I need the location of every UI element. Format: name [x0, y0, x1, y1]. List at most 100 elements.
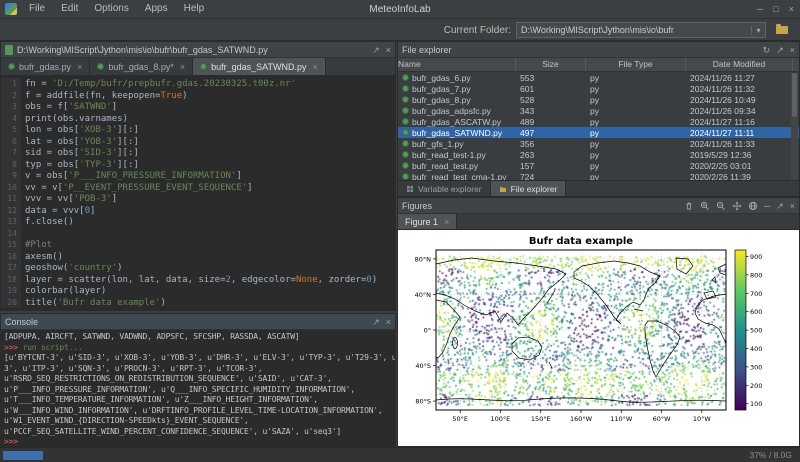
- menu-help[interactable]: Help: [176, 0, 213, 18]
- close-icon[interactable]: ×: [77, 62, 82, 72]
- column-header-name[interactable]: Name: [398, 58, 516, 71]
- svg-text:40°N: 40°N: [415, 291, 432, 299]
- python-file-icon: [402, 151, 409, 158]
- close-icon[interactable]: ×: [180, 62, 185, 72]
- close-icon[interactable]: ×: [790, 43, 795, 57]
- float-panel-icon[interactable]: ↗: [372, 315, 380, 329]
- figure-tab-label: Figure 1: [405, 217, 438, 227]
- close-icon[interactable]: ×: [790, 199, 795, 213]
- file-table-header: NameSizeFile TypeDate Modified: [398, 58, 799, 72]
- code-line: 14: [1, 228, 395, 240]
- column-header-file-type[interactable]: File Type: [586, 58, 686, 71]
- code-line: 16axesm(): [1, 251, 395, 263]
- zoom-out-icon[interactable]: [716, 201, 726, 211]
- code-text: vv = v['P__EVENT_PRESSURE_EVENT_SEQUENCE…: [21, 183, 253, 193]
- table-row[interactable]: bufr_read_test.py157py2020/2/25 03:01: [398, 160, 799, 171]
- code-line: 4print(obs.varnames): [1, 113, 395, 125]
- code-text: layer = scatter(lon, lat, data, size=2, …: [21, 275, 377, 285]
- tab-variable-explorer[interactable]: Variable explorer: [398, 181, 491, 196]
- code-text: axesm(): [21, 252, 63, 262]
- zoom-in-icon[interactable]: [700, 201, 710, 211]
- table-row[interactable]: bufr_gdas_6.py553py2024/11/26 11:27: [398, 72, 799, 83]
- file-date-cell: 2020/2/25 03:01: [686, 161, 793, 171]
- full-extent-icon[interactable]: [748, 201, 758, 211]
- table-row[interactable]: bufr_gdas_adpsfc.py343py2024/11/26 09:34: [398, 105, 799, 116]
- code-line: 15#Plot: [1, 239, 395, 251]
- code-text: v = obs['P___INFO_PRESSURE_INFORMATION']: [21, 171, 242, 181]
- table-row[interactable]: bufr_read_test-1.py263py2019/5/29 12:36: [398, 149, 799, 160]
- scrollbar-thumb[interactable]: [792, 73, 797, 117]
- line-number: 7: [1, 147, 21, 159]
- file-size-cell: 263: [516, 150, 586, 160]
- float-panel-icon[interactable]: ↗: [776, 43, 784, 57]
- minimize-panel-icon[interactable]: ─: [764, 199, 770, 213]
- code-line: 17geoshow('country'): [1, 262, 395, 274]
- editor-tab[interactable]: bufr_gdas.py×: [1, 58, 90, 75]
- file-size-cell: 497: [516, 128, 586, 138]
- code-line: 11vvv = vv['POB-3']: [1, 193, 395, 205]
- table-row[interactable]: bufr_gdas_7.py601py2024/11/26 11:32: [398, 83, 799, 94]
- window-maximize-button[interactable]: □: [773, 0, 778, 18]
- code-text: lat = obs['YOB-3'][:]: [21, 137, 139, 147]
- column-header-size[interactable]: Size: [516, 58, 586, 71]
- chevron-down-icon[interactable]: ▾: [751, 26, 765, 35]
- code-text: sid = obs['SID-3'][:]: [21, 148, 139, 158]
- code-text: typ = obs['TYP-3'][:]: [21, 160, 139, 170]
- code-area[interactable]: 1fn = 'D:/Temp/bufr/prepbufr.gdas.202303…: [1, 76, 395, 310]
- menu-apps[interactable]: Apps: [137, 0, 176, 18]
- console-output[interactable]: [ADPUPA, AIRCFT, SATWND, VADWND, ADPSFC,…: [1, 330, 395, 447]
- line-number: 15: [1, 239, 21, 251]
- progress-indicator: [3, 451, 43, 460]
- file-explorer-header: File explorer ↻ ↗ ×: [398, 42, 799, 58]
- current-folder-combobox[interactable]: D:\Working\MIScript\Jython\mis\io\bufr ▾: [516, 22, 766, 38]
- refresh-icon[interactable]: ↻: [763, 43, 771, 57]
- float-panel-icon[interactable]: ↗: [372, 43, 380, 57]
- file-type-cell: py: [586, 106, 686, 116]
- editor-tab[interactable]: bufr_gdas_SATWND.py×: [193, 58, 326, 75]
- toolbar: Current Folder: D:\Working\MIScript\Jyth…: [0, 20, 800, 41]
- file-name-cell: bufr_read_test.py: [398, 161, 516, 171]
- meteoinfolab-window: FileEditOptionsAppsHelp MeteoInfoLab ─ □…: [0, 0, 800, 462]
- browse-folder-button[interactable]: [772, 22, 792, 39]
- figure-tab[interactable]: Figure 1 ×: [398, 214, 457, 229]
- close-icon[interactable]: ×: [386, 43, 391, 57]
- memory-usage: 37% / 8.0G: [749, 450, 792, 460]
- delete-figure-icon[interactable]: [684, 201, 694, 211]
- line-number: 1: [1, 78, 21, 90]
- close-icon[interactable]: ×: [386, 315, 391, 329]
- line-number: 5: [1, 124, 21, 136]
- colorbar-labels: 900800700600500400300200100: [746, 253, 762, 408]
- table-row[interactable]: bufr_gfs_1.py356py2024/11/26 11:33: [398, 138, 799, 149]
- editor-panel: D:\Working\MIScript\Jython\mis\io\bufr\b…: [0, 41, 396, 311]
- python-file-icon: [402, 85, 409, 92]
- table-row[interactable]: bufr_gdas_ASCATW.py489py2024/11/27 11:16: [398, 116, 799, 127]
- table-scrollbar[interactable]: [791, 73, 798, 182]
- folder-icon: [776, 26, 788, 34]
- svg-text:300: 300: [750, 363, 762, 371]
- close-icon[interactable]: ×: [313, 62, 318, 72]
- line-number: 9: [1, 170, 21, 182]
- menu-bar: FileEditOptionsAppsHelp MeteoInfoLab ─ □…: [0, 0, 800, 19]
- window-close-button[interactable]: ×: [789, 0, 794, 18]
- float-panel-icon[interactable]: ↗: [776, 199, 784, 213]
- file-date-cell: 2024/11/26 11:33: [686, 139, 793, 149]
- code-text: print(obs.varnames): [21, 114, 128, 124]
- window-minimize-button[interactable]: ─: [757, 0, 763, 18]
- python-file-icon: [402, 118, 409, 125]
- close-icon[interactable]: ×: [444, 217, 449, 227]
- editor-tabs: bufr_gdas.py×bufr_gdas_8.py*×bufr_gdas_S…: [1, 58, 395, 76]
- code-text: #Plot: [21, 240, 52, 250]
- pan-icon[interactable]: [732, 201, 742, 211]
- menu-options[interactable]: Options: [86, 0, 136, 18]
- table-row[interactable]: bufr_gdas_8.py528py2024/11/26 10:49: [398, 94, 799, 105]
- menu-file[interactable]: File: [21, 0, 53, 18]
- code-line: 1fn = 'D:/Temp/bufr/prepbufr.gdas.202303…: [1, 78, 395, 90]
- file-name-cell: bufr_gdas_8.py: [398, 95, 516, 105]
- menu-edit[interactable]: Edit: [53, 0, 86, 18]
- file-name-cell: bufr_gdas_7.py: [398, 84, 516, 94]
- tab-file-explorer[interactable]: File explorer: [491, 181, 567, 196]
- table-row[interactable]: bufr_gdas_SATWND.py497py2024/11/27 11:11: [398, 127, 799, 138]
- figure-canvas[interactable]: 50°E100°E150°E160°W110°W60°W10°W 80°N40°…: [398, 230, 799, 446]
- editor-tab[interactable]: bufr_gdas_8.py*×: [90, 58, 193, 75]
- column-header-date-modified[interactable]: Date Modified: [686, 58, 793, 71]
